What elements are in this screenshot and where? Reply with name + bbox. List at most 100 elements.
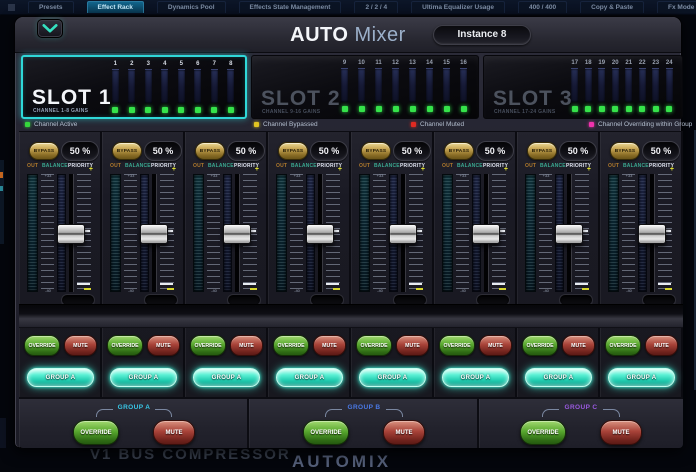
group-assign-button[interactable]: GROUP A [110, 368, 177, 387]
balance-fader-handle[interactable] [638, 224, 666, 244]
legend-item: Channel Bypassed [254, 121, 318, 128]
out-label: OUT [27, 163, 38, 169]
background-tab[interactable]: Fx Mode [657, 1, 696, 13]
scale-bottom-label: -40 [371, 288, 389, 293]
mute-button[interactable]: MUTE [645, 335, 678, 356]
channel-meter [358, 68, 365, 102]
slot-panel[interactable]: SLOT 3 CHANNEL 17-24 GAINS 17 18 19 20 2… [483, 55, 683, 119]
override-button[interactable]: OVERRIDE [522, 335, 558, 356]
gain-value-display[interactable]: 50 % [227, 141, 265, 161]
background-tab[interactable]: Presets [28, 1, 74, 13]
balance-label: BALANCE [374, 163, 400, 169]
out-meter [110, 174, 121, 292]
override-button[interactable]: OVERRIDE [273, 335, 309, 356]
background-tab[interactable]: Effect Rack [87, 1, 144, 13]
group-assign-button[interactable]: GROUP A [608, 368, 675, 387]
balance-fader-handle[interactable] [472, 224, 500, 244]
mute-button[interactable]: MUTE [147, 335, 180, 356]
channel-meter [178, 69, 185, 103]
gain-value-display[interactable]: 50 % [310, 141, 348, 161]
group-assign-button[interactable]: GROUP A [276, 368, 343, 387]
header: AUTO Mixer Instance 8 [15, 17, 681, 53]
gain-value-display[interactable]: 50 % [61, 141, 99, 161]
channel-number: 18 [585, 59, 592, 67]
group-label: GROUP B [347, 404, 380, 412]
group-override-button[interactable]: OVERRIDE [520, 420, 566, 445]
slot-name: SLOT 2 [261, 89, 341, 109]
bypass-button[interactable]: BYPASS [527, 142, 557, 160]
balance-fader-handle[interactable] [555, 224, 583, 244]
group-assign-button[interactable]: GROUP A [27, 368, 94, 387]
bypass-button[interactable]: BYPASS [278, 142, 308, 160]
slot-panel[interactable]: SLOT 2 CHANNEL 9-16 GAINS 9 10 11 12 13 … [251, 55, 479, 119]
mute-button[interactable]: MUTE [479, 335, 512, 356]
out-label: OUT [525, 163, 536, 169]
background-tab[interactable]: Effects State Management [239, 1, 342, 13]
group-assign-button[interactable]: GROUP A [359, 368, 426, 387]
channel-active-led [599, 106, 605, 112]
override-button[interactable]: OVERRIDE [439, 335, 475, 356]
channel-number: 16 [460, 59, 467, 67]
background-tab[interactable]: 2 / 2 / 4 [354, 1, 398, 13]
slot-channel: 15 [438, 58, 455, 116]
channel-number: 10 [358, 59, 365, 67]
override-button[interactable]: OVERRIDE [605, 335, 641, 356]
balance-fader-handle[interactable] [306, 224, 334, 244]
balance-fader-handle[interactable] [57, 224, 85, 244]
group-assign-button[interactable]: GROUP A [442, 368, 509, 387]
bypass-button[interactable]: BYPASS [112, 142, 142, 160]
background-tab[interactable]: 400 / 400 [518, 1, 567, 13]
channel-active-led [112, 107, 118, 113]
instance-selector[interactable]: Instance 8 [433, 25, 531, 45]
bypass-button[interactable]: BYPASS [444, 142, 474, 160]
slot-channels: 9 10 11 12 13 14 15 16 [336, 58, 472, 116]
slot-channel: 6 [190, 59, 207, 115]
gain-value-display[interactable]: 50 % [393, 141, 431, 161]
out-label: OUT [359, 163, 370, 169]
channel-active-led [195, 107, 201, 113]
gain-value-display[interactable]: 50 % [476, 141, 514, 161]
override-button[interactable]: OVERRIDE [356, 335, 392, 356]
gain-value-display[interactable]: 50 % [642, 141, 680, 161]
channel-meter [426, 68, 433, 102]
group-mute-button[interactable]: MUTE [153, 420, 195, 445]
group-override-button[interactable]: OVERRIDE [303, 420, 349, 445]
mute-button[interactable]: MUTE [562, 335, 595, 356]
slot-panel[interactable]: SLOT 1 CHANNEL 1-8 GAINS 1 2 3 4 5 6 7 8 [21, 55, 247, 119]
balance-fader-handle[interactable] [140, 224, 168, 244]
group-assign-button[interactable]: GROUP A [193, 368, 260, 387]
mute-button[interactable]: MUTE [230, 335, 263, 356]
override-button[interactable]: OVERRIDE [190, 335, 226, 356]
group-mute-button[interactable]: MUTE [383, 420, 425, 445]
mute-button[interactable]: MUTE [313, 335, 346, 356]
balance-fader-handle[interactable] [223, 224, 251, 244]
mute-button[interactable]: MUTE [64, 335, 97, 356]
group-mute-button[interactable]: MUTE [600, 420, 642, 445]
bypass-button[interactable]: BYPASS [610, 142, 640, 160]
mute-button[interactable]: MUTE [396, 335, 429, 356]
bypass-button[interactable]: BYPASS [29, 142, 59, 160]
background-tab[interactable]: Ultima Equalizer Usage [411, 1, 505, 13]
balance-fader-handle[interactable] [389, 224, 417, 244]
channel-number: 11 [375, 59, 381, 67]
gain-value-display[interactable]: 50 % [559, 141, 597, 161]
group-label-bracket: GROUP C [479, 404, 683, 417]
gain-value-display[interactable]: 50 % [144, 141, 182, 161]
bypass-button[interactable]: BYPASS [195, 142, 225, 160]
group-assign-button[interactable]: GROUP A [525, 368, 592, 387]
channel-active-led [393, 106, 399, 112]
priority-bottom-mark [77, 283, 90, 285]
bypass-button[interactable]: BYPASS [361, 142, 391, 160]
background-tab[interactable]: Dynamics Pool [157, 1, 226, 13]
priority-bottom-mark [409, 283, 422, 285]
channel-meter [145, 69, 152, 103]
override-button[interactable]: OVERRIDE [107, 335, 143, 356]
group-override-button[interactable]: OVERRIDE [73, 420, 119, 445]
slot-channel: 5 [173, 59, 190, 115]
balance-label: BALANCE [208, 163, 234, 169]
scale-bottom-label: -40 [122, 288, 140, 293]
background-edge-sliver [0, 418, 6, 448]
channel-active-led [626, 106, 632, 112]
background-tab[interactable]: Copy & Paste [580, 1, 644, 13]
override-button[interactable]: OVERRIDE [24, 335, 60, 356]
